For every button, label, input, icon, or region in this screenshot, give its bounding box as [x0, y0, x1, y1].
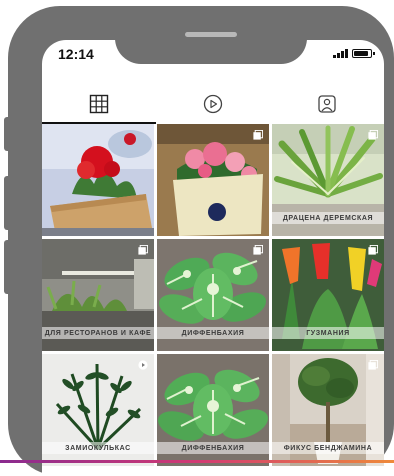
tab-tagged[interactable]: [270, 84, 384, 124]
post-caption: ДИФФЕНБАХИЯ: [157, 327, 269, 339]
phone-notch: [115, 12, 307, 64]
post-caption: ЗАМИОКУЛЬКАС: [42, 442, 154, 454]
video-icon: [138, 360, 148, 370]
multiple-photos-icon: [253, 130, 263, 140]
tab-reels[interactable]: [156, 84, 270, 124]
tagged-icon: [318, 95, 336, 113]
phone-screen: 12:14 ДРАЦЕНА ДЕРЕМСКАЯ ДЛЯ РЕСТОРАНОВ И…: [42, 40, 384, 476]
profile-tabs: [42, 84, 384, 124]
post-image-geranium-red: [42, 124, 154, 236]
multiple-photos-icon: [253, 245, 263, 255]
phone-frame: 12:14 ДРАЦЕНА ДЕРЕМСКАЯ ДЛЯ РЕСТОРАНОВ И…: [8, 6, 394, 476]
post-image-begonia-pink: [157, 124, 269, 236]
post-tile[interactable]: ГУЗМАНИЯ: [272, 239, 384, 351]
battery-icon: [352, 48, 375, 58]
post-tile[interactable]: ДИФФЕНБАХИЯ: [157, 239, 269, 351]
multiple-photos-icon: [138, 245, 148, 255]
post-tile[interactable]: ДИФФЕНБАХИЯ: [157, 354, 269, 466]
reels-icon: [203, 94, 223, 114]
post-caption: ФИКУС БЕНДЖАМИНА: [272, 442, 384, 454]
status-time: 12:14: [58, 46, 94, 62]
tab-grid[interactable]: [42, 84, 156, 124]
speaker-grille: [185, 32, 237, 37]
multiple-photos-icon: [368, 245, 378, 255]
status-icons: [333, 48, 375, 58]
signal-icon: [333, 48, 348, 58]
post-tile[interactable]: [157, 124, 269, 236]
multiple-photos-icon: [368, 130, 378, 140]
posts-grid: ДРАЦЕНА ДЕРЕМСКАЯ ДЛЯ РЕСТОРАНОВ И КАФЕ: [42, 124, 384, 466]
post-caption: ДИФФЕНБАХИЯ: [157, 442, 269, 454]
grid-icon: [89, 94, 109, 114]
post-tile[interactable]: ФИКУС БЕНДЖАМИНА: [272, 354, 384, 466]
post-caption: ДРАЦЕНА ДЕРЕМСКАЯ: [272, 212, 384, 224]
post-tile[interactable]: ДЛЯ РЕСТОРАНОВ И КАФЕ: [42, 239, 154, 351]
post-caption: ГУЗМАНИЯ: [272, 327, 384, 339]
battery-level: [354, 50, 368, 56]
post-caption: ДЛЯ РЕСТОРАНОВ И КАФЕ: [42, 327, 154, 339]
post-tile[interactable]: ДРАЦЕНА ДЕРЕМСКАЯ: [272, 124, 384, 236]
post-tile[interactable]: ЗАМИОКУЛЬКАС: [42, 354, 154, 466]
post-tile[interactable]: [42, 124, 154, 236]
multiple-photos-icon: [368, 360, 378, 370]
